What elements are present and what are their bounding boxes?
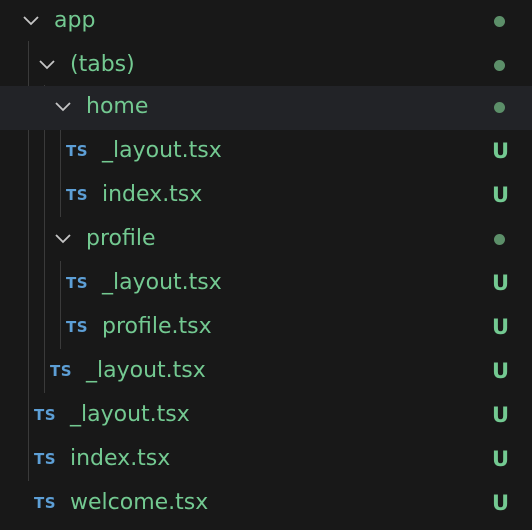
folder-row-app[interactable]: app: [0, 0, 532, 44]
status-badge: U: [492, 447, 510, 471]
modified-dot: [494, 16, 505, 27]
folder-row-home[interactable]: home: [0, 86, 532, 130]
file-label: index.tsx: [102, 182, 203, 207]
modified-dot: [494, 234, 505, 245]
file-label: _layout.tsx: [102, 138, 222, 163]
modified-dot: [494, 102, 505, 113]
file-row-tabs-layout[interactable]: TS _layout.tsx U: [0, 350, 532, 394]
file-label: _layout.tsx: [102, 270, 222, 295]
file-row-profile-layout[interactable]: TS _layout.tsx U: [0, 262, 532, 306]
folder-row-profile[interactable]: profile: [0, 218, 532, 262]
chevron-down-icon[interactable]: [20, 10, 42, 32]
folder-label: app: [54, 8, 96, 33]
file-label: _layout.tsx: [86, 358, 206, 383]
file-row-app-welcome[interactable]: TS welcome.tsx U: [0, 482, 532, 526]
modified-dot: [494, 60, 505, 71]
status-badge: U: [492, 491, 510, 515]
status-badge: U: [492, 139, 510, 163]
file-row-profile-profile[interactable]: TS profile.tsx U: [0, 306, 532, 350]
status-badge: U: [492, 183, 510, 207]
typescript-icon: TS: [66, 274, 89, 292]
typescript-icon: TS: [34, 450, 57, 468]
typescript-icon: TS: [66, 142, 89, 160]
typescript-icon: TS: [34, 494, 57, 512]
file-row-app-layout[interactable]: TS _layout.tsx U: [0, 394, 532, 438]
file-label: index.tsx: [70, 446, 171, 471]
folder-row-tabs[interactable]: (tabs): [0, 44, 532, 88]
status-badge: U: [492, 315, 510, 339]
status-badge: U: [492, 359, 510, 383]
typescript-icon: TS: [66, 186, 89, 204]
file-row-home-index[interactable]: TS index.tsx U: [0, 174, 532, 218]
folder-label: profile: [86, 226, 156, 251]
status-badge: U: [492, 403, 510, 427]
file-label: profile.tsx: [102, 314, 212, 339]
file-label: welcome.tsx: [70, 490, 209, 515]
typescript-icon: TS: [50, 362, 73, 380]
file-row-app-index[interactable]: TS index.tsx U: [0, 438, 532, 482]
file-label: _layout.tsx: [70, 402, 190, 427]
file-row-home-layout[interactable]: TS _layout.tsx U: [0, 130, 532, 174]
chevron-down-icon[interactable]: [52, 228, 74, 250]
typescript-icon: TS: [66, 318, 89, 336]
chevron-down-icon[interactable]: [52, 96, 74, 118]
status-badge: U: [492, 271, 510, 295]
folder-label: home: [86, 94, 149, 119]
file-explorer-tree: app (tabs) home TS _layout.tsx U TS inde…: [0, 0, 532, 530]
chevron-down-icon[interactable]: [36, 54, 58, 76]
folder-label: (tabs): [70, 52, 135, 77]
typescript-icon: TS: [34, 406, 57, 424]
